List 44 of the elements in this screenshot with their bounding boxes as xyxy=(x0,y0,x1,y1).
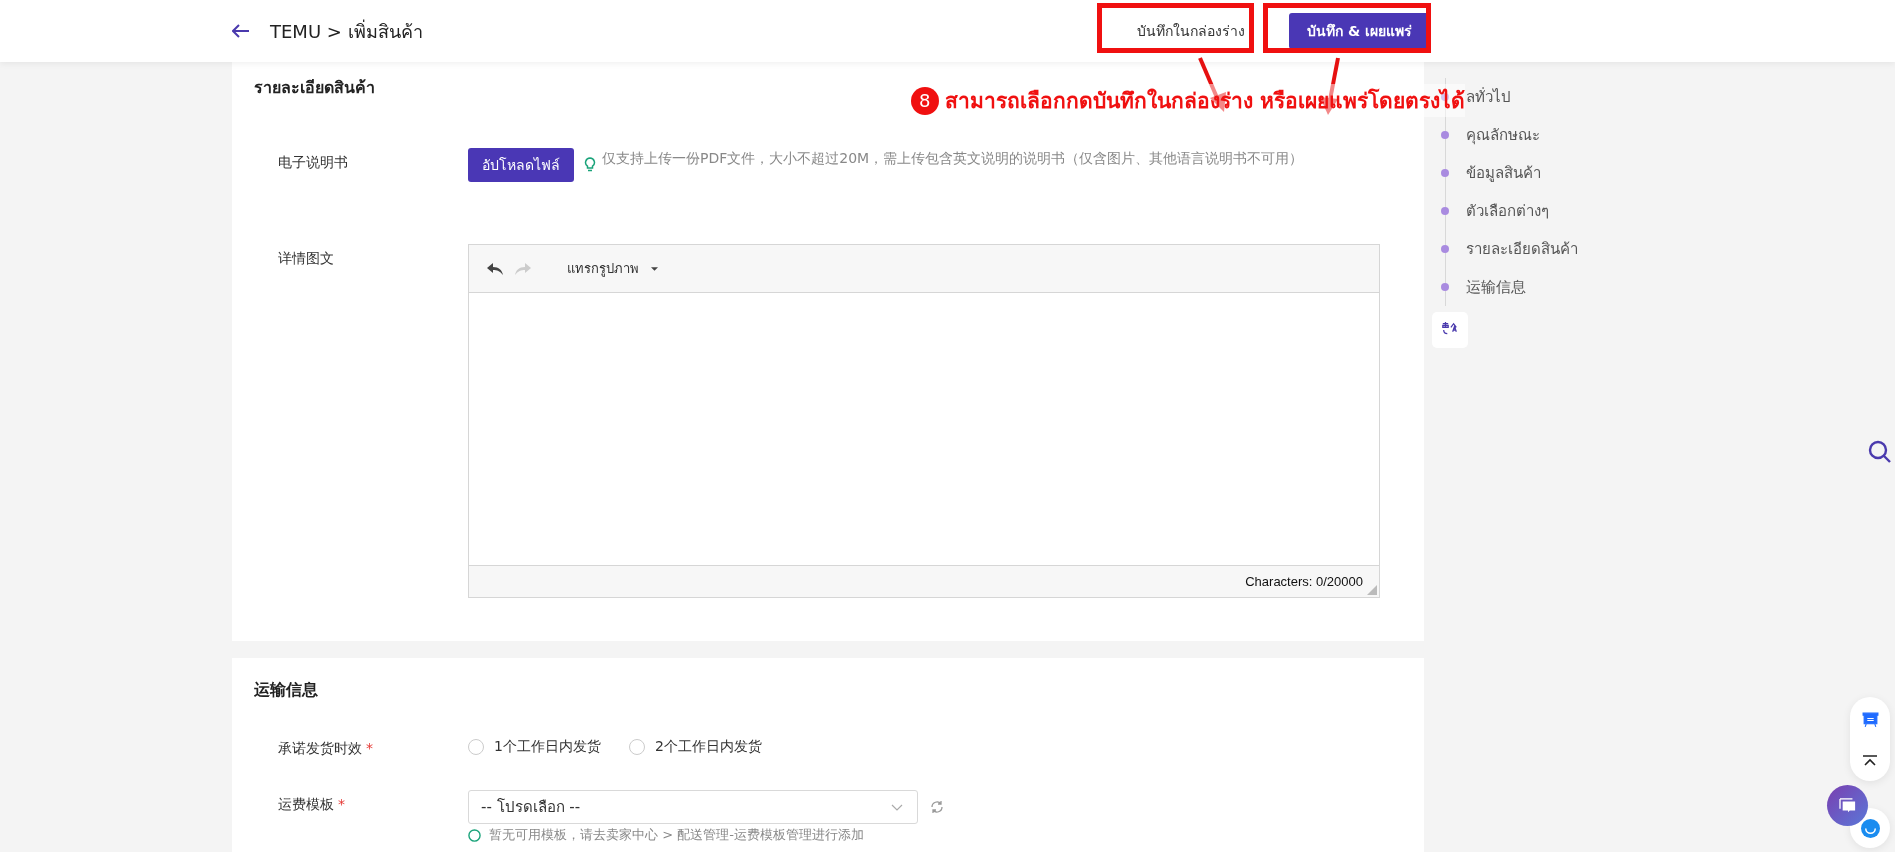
chat-icon xyxy=(1838,797,1857,814)
back-arrow-icon[interactable] xyxy=(232,24,250,38)
required-mark: * xyxy=(366,740,373,756)
info-icon xyxy=(468,828,481,842)
nav-item[interactable]: 运输信息 xyxy=(1466,277,1526,297)
required-mark: * xyxy=(338,796,345,812)
nav-item[interactable]: ลทั่วไป xyxy=(1466,85,1511,109)
chevron-down-icon xyxy=(891,803,903,811)
upload-hint: 仅支持上传一份PDF文件，大小不超过20M，需上传包含英文说明的说明书（仅含图片、其他语言说明书不可用） xyxy=(602,149,1304,168)
insert-image-menu[interactable]: แทรกรูปภาพ xyxy=(567,258,639,279)
nav-dot-icon xyxy=(1441,131,1449,139)
annotation-text: สามารถเลือกกดบันทึกในกล่องร่าง หรือเผยแพร่โดยตรงได้ xyxy=(944,84,1465,117)
caret-icon[interactable] xyxy=(651,266,658,271)
smiley-icon xyxy=(1860,818,1880,838)
board-icon[interactable] xyxy=(1861,710,1879,728)
character-counter: Characters: 0/20000 xyxy=(1245,574,1363,589)
radio-option[interactable]: 1个工作日内发货 xyxy=(468,738,601,756)
translate-button[interactable] xyxy=(1432,312,1468,348)
chat-button[interactable] xyxy=(1827,785,1868,826)
back-to-top-icon[interactable] xyxy=(1862,755,1878,768)
nav-dot-icon xyxy=(1441,207,1449,215)
nav-dot-icon xyxy=(1441,283,1449,291)
upload-button[interactable]: อัปโหลดไฟล์ xyxy=(468,148,574,182)
nav-item[interactable]: ตัวเลือกต่างๆ xyxy=(1466,199,1549,223)
lightbulb-icon xyxy=(584,157,596,173)
resize-grip-icon[interactable] xyxy=(1367,585,1377,595)
section-title: รายละเอียดสินค้า xyxy=(254,77,375,99)
select-dropdown[interactable]: -- โปรดเลือก -- xyxy=(468,790,918,824)
search-icon[interactable] xyxy=(1868,440,1892,464)
nav-item[interactable]: รายละเอียดสินค้า xyxy=(1466,237,1578,261)
page-title: TEMU > เพิ่มสินค้า xyxy=(270,18,423,44)
radio-option[interactable]: 2个工作日内发货 xyxy=(628,738,762,756)
template-hint: 暂无可用模板，请去卖家中心 > 配送管理-运费模板管理进行添加 xyxy=(489,826,864,844)
section-title: 运输信息 xyxy=(254,679,318,701)
field-label: 详情图文 xyxy=(278,250,334,266)
refresh-icon[interactable] xyxy=(930,800,944,814)
field-label: 运费模板 xyxy=(278,796,334,812)
nav-dot-icon xyxy=(1441,245,1449,253)
field-label: 电子说明书 xyxy=(278,154,348,170)
undo-icon[interactable] xyxy=(487,262,503,275)
field-label: 承诺发货时效 xyxy=(278,740,362,756)
nav-dot-icon xyxy=(1441,169,1449,177)
nav-item[interactable]: คุณลักษณะ xyxy=(1466,123,1540,147)
nav-item[interactable]: ข้อมูลสินค้า xyxy=(1466,161,1541,185)
